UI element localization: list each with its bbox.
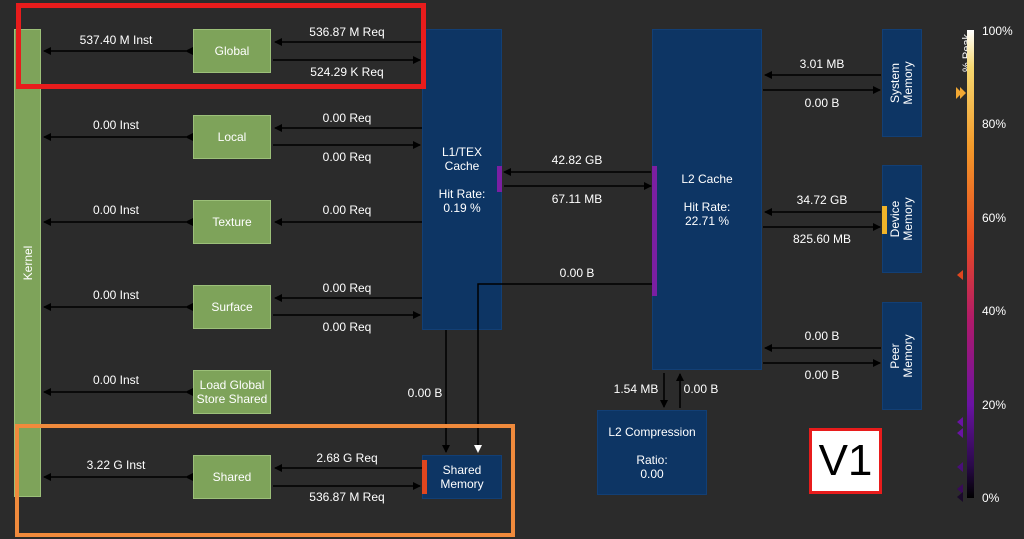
system-memory-out-value: 0.00 B	[804, 96, 840, 110]
ldgsts-inst-value: 0.00 Inst	[92, 373, 140, 387]
texture-inst-value: 0.00 Inst	[92, 203, 140, 217]
legend-tick-0: 0%	[982, 491, 1000, 505]
surface-req-in: 0.00 Req	[322, 281, 372, 295]
version-annotation: V1	[809, 428, 882, 494]
device-memory-out-value: 825.60 MB	[792, 232, 852, 246]
legend-tick-40: 40%	[982, 304, 1007, 318]
local-req-in: 0.00 Req	[322, 111, 372, 125]
legend-tick-60: 60%	[982, 211, 1007, 225]
local-inst-value: 0.00 Inst	[92, 118, 140, 132]
shared-highlight-box	[15, 424, 515, 537]
legend-tick-100: 100%	[982, 24, 1013, 38]
local-req-out: 0.00 Req	[322, 150, 372, 164]
legend-tick-80: 80%	[982, 117, 1007, 131]
legend-color-bar	[967, 30, 974, 498]
device-memory-in-value: 34.72 GB	[796, 193, 848, 207]
peer-memory-out-value: 0.00 B	[804, 368, 840, 382]
l1-l2-in-value: 42.82 GB	[551, 153, 603, 167]
surface-inst-value: 0.00 Inst	[92, 288, 140, 302]
l1-shared-value: 0.00 B	[407, 386, 443, 400]
texture-req: 0.00 Req	[322, 203, 372, 217]
l1-l2-out-value: 67.11 MB	[551, 192, 603, 206]
l2-compression-in-value: 1.54 MB	[613, 382, 659, 396]
peer-memory-in-value: 0.00 B	[804, 329, 840, 343]
system-memory-in-value: 3.01 MB	[799, 57, 845, 71]
l2-compression-out-value: 0.00 B	[683, 382, 719, 396]
surface-req-out: 0.00 Req	[322, 320, 372, 334]
global-highlight-box	[16, 3, 426, 89]
l2-shared-direct-value: 0.00 B	[559, 266, 595, 280]
legend-tick-20: 20%	[982, 398, 1007, 412]
